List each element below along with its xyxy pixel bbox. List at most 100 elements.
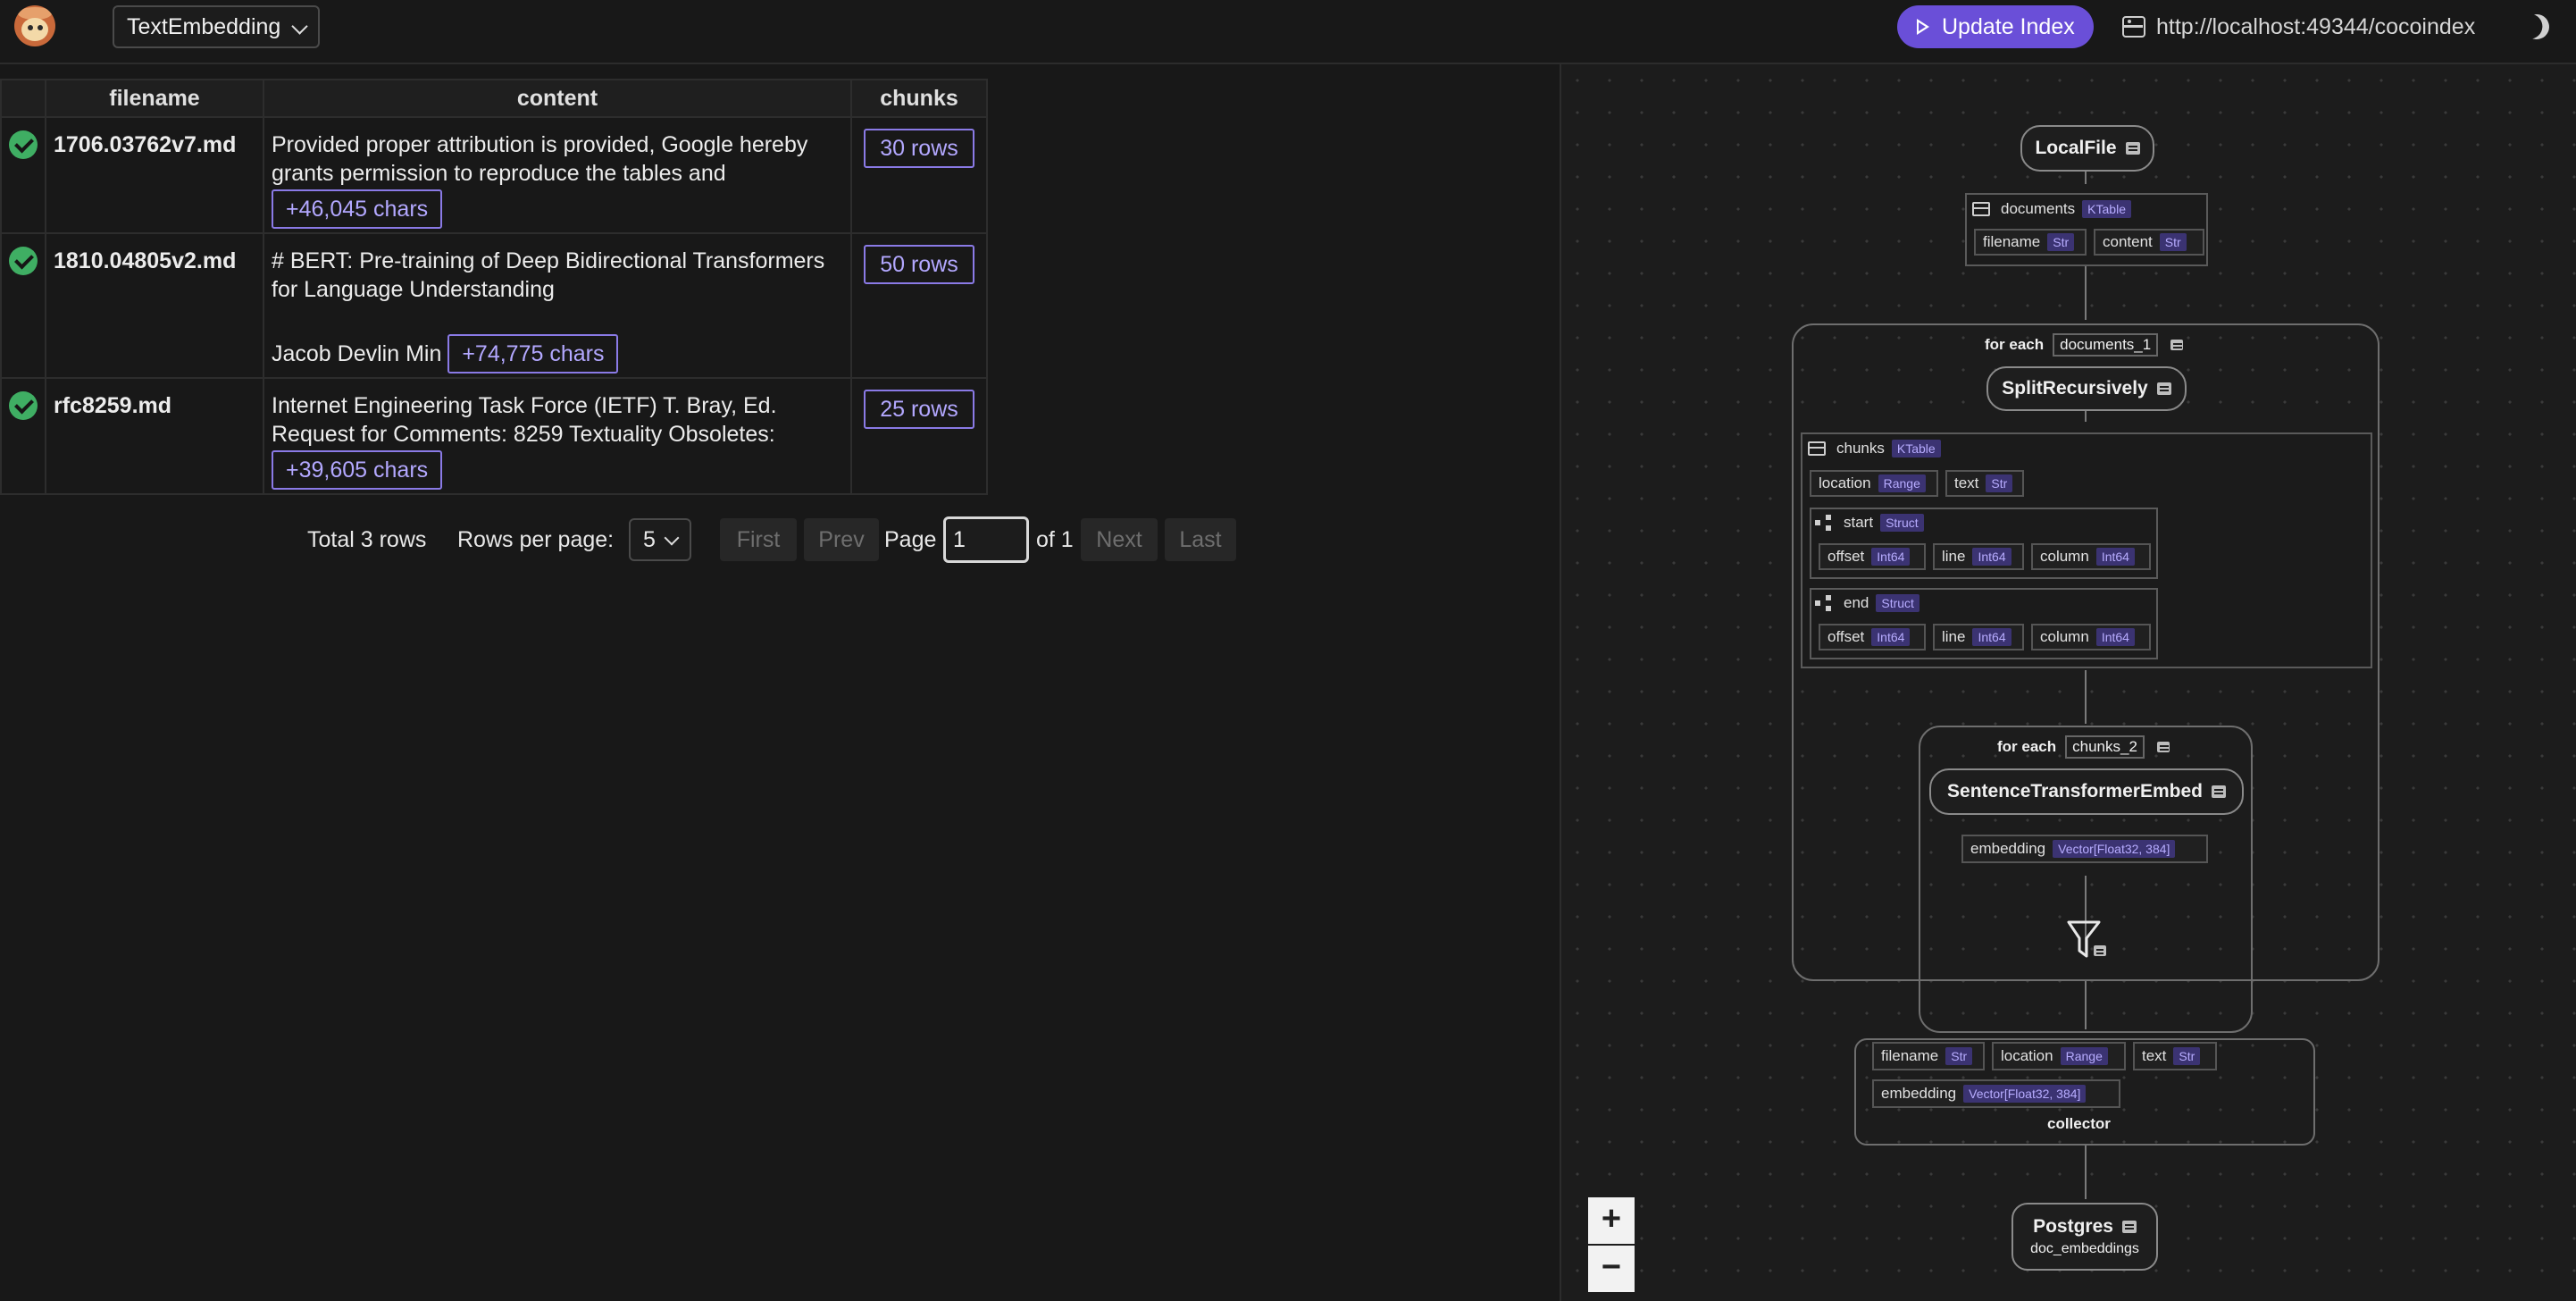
foreach-header: for each documents_1 [1985, 332, 2184, 357]
page-number-input[interactable]: 1 [943, 516, 1029, 563]
field-filename: filename Str [1872, 1042, 1985, 1070]
struct-icon [1815, 515, 1833, 531]
chevron-down-icon [291, 18, 308, 35]
content-text-line: grants permission to reproduce the table… [272, 161, 726, 186]
collect-funnel-icon [2067, 920, 2106, 958]
table-icon [1808, 441, 1826, 456]
rows-per-page-value: 5 [643, 527, 656, 552]
type-badge: Int64 [1972, 548, 2011, 566]
documents-label: documents [2001, 200, 2076, 217]
success-check-icon [9, 247, 38, 275]
chunks-cell: 25 rows [850, 377, 988, 495]
function-node-splitrecursively[interactable]: SplitRecursively [1986, 366, 2187, 411]
flow-select-value: TextEmbedding [127, 13, 281, 39]
data-preview-pane: filename content chunks 1706.03762v7.md … [0, 66, 1560, 1301]
target-table-name: doc_embeddings [2030, 1241, 2139, 1256]
content-cell: Provided proper attribution is provided,… [263, 116, 852, 234]
status-cell [0, 377, 46, 495]
source-node-localfile[interactable]: LocalFile [2020, 125, 2154, 172]
content-text-line: for Language Understanding [272, 277, 555, 302]
field-column: column Int64 [2031, 624, 2151, 650]
field-location: location Range [1810, 470, 1938, 497]
field-location: location Range [1992, 1042, 2126, 1070]
note-icon [2121, 1221, 2137, 1233]
struct-start-box: start Struct offset Int64 line Int64 colum… [1810, 508, 2158, 579]
field-filename: filename Str [1974, 229, 2087, 256]
field-offset: offset Int64 [1819, 543, 1926, 570]
chunks-rows-button[interactable]: 30 rows [864, 129, 974, 168]
struct-end-box: end Struct offset Int64 line Int64 column I… [1810, 588, 2158, 659]
first-page-button[interactable]: First [720, 518, 797, 561]
type-badge: Range [1878, 474, 1926, 492]
type-badge: Vector[Float32, 384] [1963, 1085, 2087, 1103]
field-offset: offset Int64 [1819, 624, 1926, 650]
status-cell [0, 116, 46, 234]
documents-table-box: documents KTable filename Str content Str [1965, 193, 2208, 266]
function-node-sentencetransformerembed[interactable]: SentenceTransformerEmbed [1929, 768, 2244, 815]
data-table: filename content chunks 1706.03762v7.md … [0, 79, 988, 495]
type-badge: Struct [1876, 594, 1919, 612]
field-text: text Str [2133, 1042, 2217, 1070]
zoom-in-button[interactable]: + [1588, 1197, 1635, 1244]
table-row: 1706.03762v7.md Provided proper attribut… [0, 116, 988, 234]
type-badge: Str [1986, 474, 2013, 492]
note-icon [2211, 785, 2226, 798]
table-row: rfc8259.md Internet Engineering Task For… [0, 377, 988, 495]
content-text-line: # BERT: Pre-training of Deep Bidirection… [272, 248, 825, 273]
flow-select[interactable]: TextEmbedding [113, 5, 320, 48]
page-count-label: of 1 [1036, 527, 1074, 552]
theme-toggle-moon-icon[interactable] [2521, 11, 2553, 43]
chunks-table-box: chunks KTable location Range text Str star… [1801, 432, 2372, 668]
next-page-button[interactable]: Next [1081, 518, 1158, 561]
play-icon [1917, 19, 1929, 35]
flow-graph-canvas[interactable]: LocalFile documents KTable filename Str c… [1560, 64, 2576, 1301]
table-icon [1972, 202, 1990, 216]
last-page-button[interactable]: Last [1165, 518, 1236, 561]
status-cell [0, 232, 46, 379]
type-badge: Int64 [2095, 628, 2135, 646]
column-header-content: content [263, 79, 852, 118]
expand-chars-button[interactable]: +46,045 chars [272, 189, 443, 229]
rows-per-page-select[interactable]: 5 [629, 518, 691, 561]
struct-icon [1815, 595, 1833, 611]
foreach-header: for each chunks_2 [1997, 734, 2170, 760]
total-rows-label: Total 3 rows [307, 527, 427, 552]
field-text: text Str [1945, 470, 2024, 497]
type-badge: Range [2060, 1047, 2108, 1065]
type-badge: KTable [2082, 200, 2131, 218]
cocoindex-logo-icon [14, 5, 55, 46]
collector-label: collector [2047, 1115, 2111, 1132]
success-check-icon [9, 130, 38, 159]
type-badge: Str [1945, 1047, 1973, 1065]
content-text-line: Internet Engineering Task Force (IETF) T… [272, 393, 777, 418]
target-node-postgres[interactable]: Postgres doc_embeddings [2011, 1203, 2158, 1271]
server-url: http://localhost:49344/cocoindex [2156, 14, 2476, 39]
update-index-button[interactable]: Update Index [1897, 5, 2094, 48]
edge-line [2085, 172, 2087, 184]
chunks-rows-button[interactable]: 25 rows [864, 390, 974, 429]
success-check-icon [9, 391, 38, 420]
zoom-out-button[interactable]: − [1588, 1246, 1635, 1292]
page-label: Page [884, 527, 937, 552]
rows-per-page-label: Rows per page: [457, 527, 615, 552]
type-badge: Int64 [1972, 628, 2011, 646]
field-embedding: embedding Vector[Float32, 384] [1872, 1079, 2120, 1108]
column-header-chunks: chunks [850, 79, 988, 118]
type-badge: Str [2047, 233, 2075, 251]
filename-cell: rfc8259.md [45, 377, 264, 495]
prev-page-button[interactable]: Prev [804, 518, 879, 561]
source-node-label: LocalFile [2035, 138, 2117, 158]
content-text-line: Jacob Devlin Min [272, 341, 442, 366]
type-badge: KTable [1891, 440, 1941, 457]
expand-chars-button[interactable]: +39,605 chars [272, 450, 443, 490]
content-text-line: Request for Comments: 8259 Textuality Ob… [272, 422, 775, 447]
note-icon [2170, 340, 2184, 350]
expand-chars-button[interactable]: +74,775 chars [447, 334, 619, 374]
note-icon [2156, 742, 2170, 752]
edge-line [2085, 1146, 2087, 1199]
field-column: column Int64 [2031, 543, 2151, 570]
chunks-rows-button[interactable]: 50 rows [864, 245, 974, 284]
type-badge: Vector[Float32, 384] [2053, 840, 2176, 858]
foreach-variable: chunks_2 [2065, 735, 2145, 759]
chunks-cell: 50 rows [850, 232, 988, 379]
